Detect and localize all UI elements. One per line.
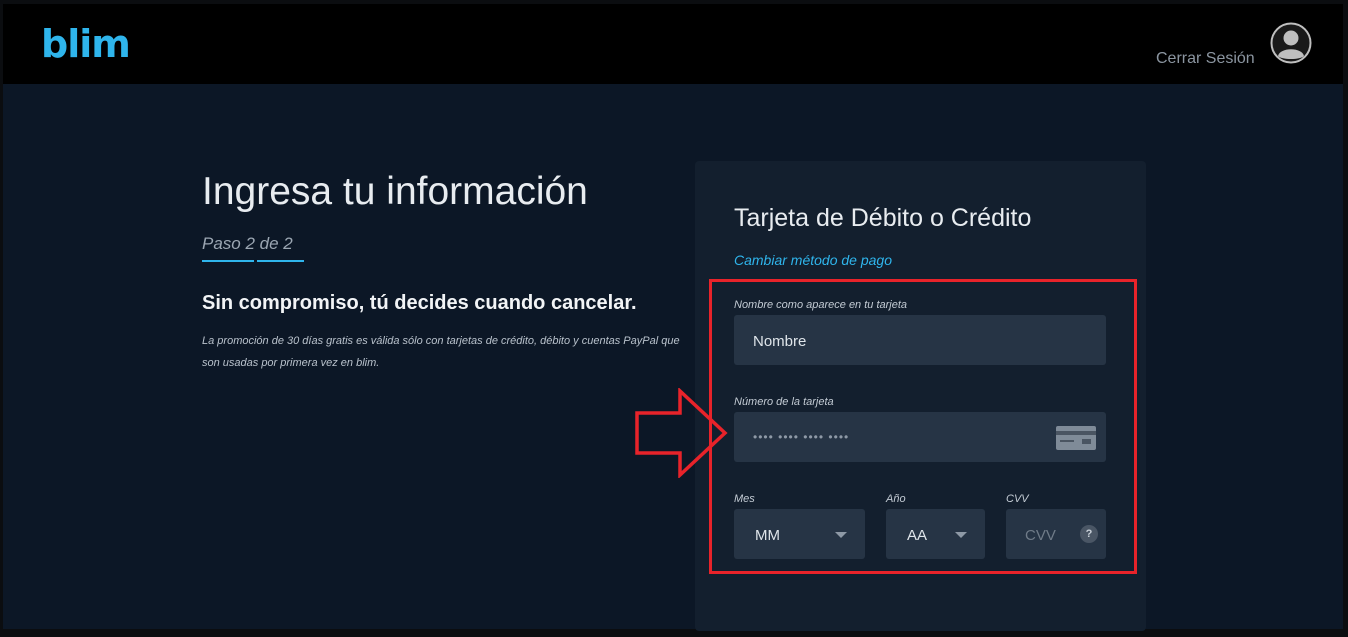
page-title: Ingresa tu información xyxy=(202,170,588,213)
cvv-help-icon[interactable]: ? xyxy=(1080,525,1098,543)
card-number-placeholder: •••• •••• •••• •••• xyxy=(753,430,850,444)
year-label: Año xyxy=(886,493,906,505)
top-bar: blim Cerrar Sesión xyxy=(3,4,1343,84)
payment-title: Tarjeta de Débito o Crédito xyxy=(734,204,1032,232)
change-payment-method-link[interactable]: Cambiar método de pago xyxy=(734,252,892,268)
month-label: Mes xyxy=(734,493,755,505)
month-value: MM xyxy=(755,527,780,544)
credit-card-icon xyxy=(1056,426,1096,450)
commitment-headline: Sin compromiso, tú decides cuando cancel… xyxy=(202,292,637,314)
year-value: AA xyxy=(907,527,928,544)
month-chevron-down-icon xyxy=(835,532,847,538)
card-name-placeholder: Nombre xyxy=(753,333,807,350)
step-indicator: Paso 2 de 2 xyxy=(202,234,293,253)
promo-text: La promoción de 30 días gratis es válida… xyxy=(202,335,680,369)
blim-logo[interactable]: blim xyxy=(41,22,131,66)
card-name-label: Nombre como aparece en tu tarjeta xyxy=(734,299,908,311)
logout-link[interactable]: Cerrar Sesión xyxy=(1156,50,1255,68)
cvv-label: CVV xyxy=(1006,493,1029,505)
cvv-placeholder: CVV xyxy=(1025,527,1056,544)
user-avatar-icon[interactable] xyxy=(1270,22,1312,64)
arrow-right-icon xyxy=(635,388,728,478)
year-select[interactable] xyxy=(886,509,985,559)
step-progress-1 xyxy=(202,260,254,262)
card-number-label: Número de la tarjeta xyxy=(734,396,834,408)
step-progress-2 xyxy=(257,260,304,262)
year-chevron-down-icon xyxy=(955,532,967,538)
